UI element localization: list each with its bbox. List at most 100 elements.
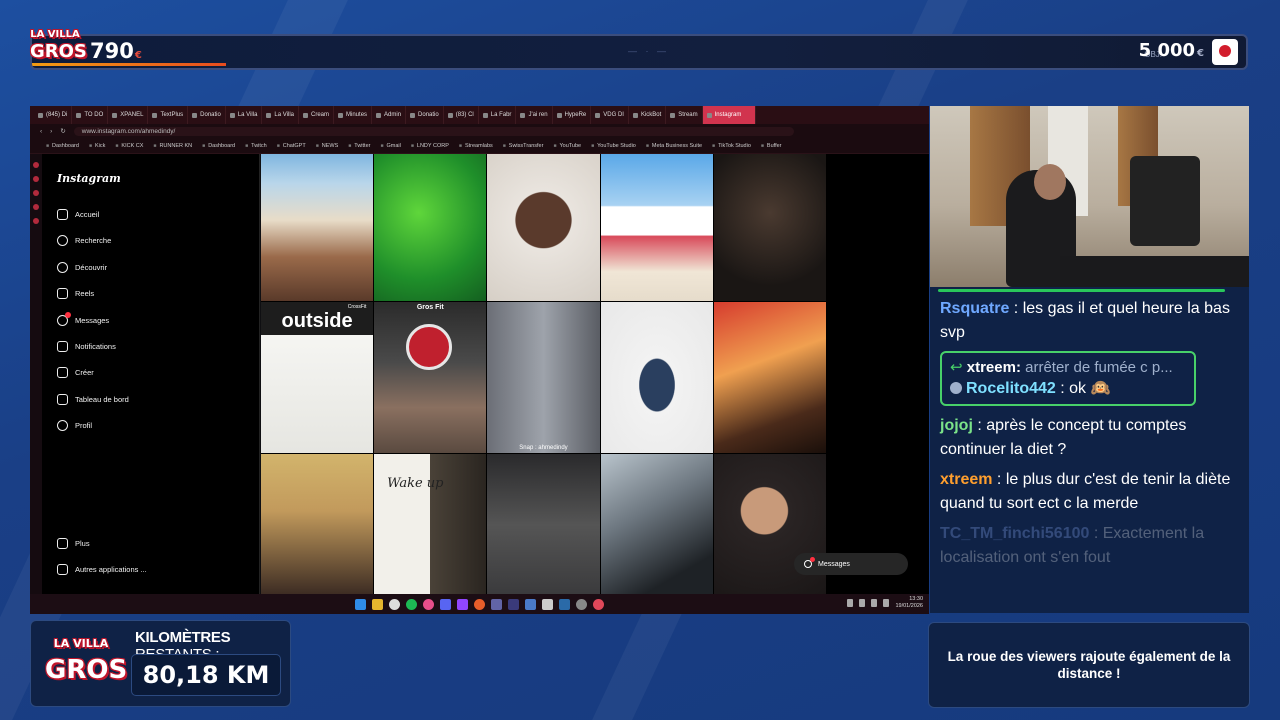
bookmark-item[interactable]: YouTube Studio <box>591 143 636 149</box>
tray-icon[interactable] <box>859 599 865 607</box>
app-icon[interactable] <box>508 598 519 610</box>
bookmark-item[interactable]: RUNNER KN <box>153 143 192 149</box>
sidebar-app-icon[interactable] <box>33 204 39 210</box>
system-clock[interactable]: 13:30 19/01/2026 <box>895 596 923 610</box>
grid-post[interactable] <box>261 454 374 596</box>
sidebar-app-icon[interactable] <box>33 162 39 168</box>
chat-username[interactable]: jojoj <box>940 417 973 434</box>
nav-item-notifications[interactable]: Notifications <box>57 341 116 352</box>
browser-tab[interactable]: TO DO <box>72 106 109 124</box>
browser-tab[interactable]: (83) Cl <box>444 106 479 124</box>
bookmark-item[interactable]: NEWS <box>316 143 339 149</box>
bookmark-item[interactable]: TikTok Studio <box>712 143 751 149</box>
bookmark-item[interactable]: Streamlabs <box>459 143 493 149</box>
tray-icon[interactable] <box>871 599 877 607</box>
browser-tab[interactable]: TextPlus <box>148 106 189 124</box>
user-badge-icon <box>950 382 962 394</box>
browser-tab[interactable]: Stream <box>666 106 703 124</box>
browser-tab[interactable]: La Villa <box>226 106 263 124</box>
grid-post[interactable] <box>600 154 713 301</box>
browser-tab[interactable]: Donatio <box>406 106 444 124</box>
reload-icon[interactable]: ↻ <box>60 127 65 135</box>
browser-tab[interactable]: HypeRe <box>553 106 592 124</box>
messages-pill[interactable]: Messages <box>794 553 908 575</box>
bookmark-item[interactable]: LNDY CORP <box>411 143 449 149</box>
app-icon[interactable] <box>593 598 604 610</box>
grid-post[interactable] <box>600 302 713 453</box>
browser-tab[interactable]: La Villa <box>262 106 299 124</box>
browser-tab[interactable]: Donatio <box>188 106 226 124</box>
chat-username[interactable]: Rsquatre <box>940 300 1009 317</box>
bookmark-item[interactable]: KICK CX <box>115 143 143 149</box>
nav-item-profil[interactable]: Profil <box>57 420 92 432</box>
nav-item-messages[interactable]: Messages <box>57 311 109 326</box>
grid-post[interactable] <box>713 154 826 301</box>
grid-post[interactable]: outside CrossFit <box>261 302 374 453</box>
chat-username[interactable]: TC_TM_finchi56100 <box>940 525 1089 542</box>
sidebar-app-icon[interactable] <box>33 176 39 182</box>
bookmark-item[interactable]: Gmail <box>380 143 401 149</box>
browser-tab[interactable]: Instagram <box>702 106 757 124</box>
bookmark-item[interactable]: SwissTransfer <box>503 143 544 149</box>
browser-tab[interactable]: KickBot <box>629 106 667 124</box>
nav-item-reels[interactable]: Reels <box>57 288 94 300</box>
browser-tab[interactable]: (845) Di <box>34 106 73 124</box>
grid-post[interactable] <box>261 154 374 301</box>
browser-tab[interactable]: J'ai ren <box>516 106 553 124</box>
nav-item-cr-er[interactable]: Créer <box>57 367 94 379</box>
bookmark-item[interactable]: Twitch <box>245 143 267 149</box>
browser-tab[interactable]: XPANEL <box>108 106 149 124</box>
bookmark-item[interactable]: YouTube <box>553 143 581 149</box>
grid-post[interactable] <box>487 154 600 301</box>
grid-post[interactable] <box>374 154 487 301</box>
firefox-icon[interactable] <box>474 598 485 610</box>
sidebar-app-icon[interactable] <box>33 218 39 224</box>
sidebar-app-icon[interactable] <box>33 190 39 196</box>
grid-post[interactable] <box>487 454 600 596</box>
app-icon[interactable] <box>542 598 553 610</box>
grid-post[interactable]: Gros Fit <box>374 302 487 453</box>
grid-post[interactable] <box>600 454 713 596</box>
browser-tab[interactable]: Admin <box>372 106 407 124</box>
address-input[interactable]: www.instagram.com/ahmedindy/ <box>73 126 794 136</box>
nav-item-d-couvrir[interactable]: Découvrir <box>57 261 107 273</box>
grid-post[interactable]: Snap : ahmedindy <box>487 302 600 453</box>
nav-item-accueil[interactable]: Accueil <box>57 209 99 220</box>
calculator-icon[interactable] <box>525 598 536 610</box>
chat-username[interactable]: xtreem <box>940 471 992 488</box>
file-explorer-icon[interactable] <box>372 598 383 610</box>
spotify-icon[interactable] <box>406 598 417 610</box>
bookmark-item[interactable]: Buffer <box>761 143 782 149</box>
browser-tab[interactable]: VDG DI <box>591 106 629 124</box>
nav-item-tableau-de-bord[interactable]: Tableau de bord <box>57 393 129 405</box>
tray-icon[interactable] <box>883 599 889 607</box>
bookmark-item[interactable]: Meta Business Suite <box>646 143 702 149</box>
nav-item-recherche[interactable]: Recherche <box>57 235 111 247</box>
tray-icon[interactable] <box>847 599 853 607</box>
obs-icon[interactable] <box>423 598 434 610</box>
forward-icon[interactable]: › <box>50 128 52 135</box>
twitch-icon[interactable] <box>457 598 468 610</box>
browser-tab[interactable]: Cream <box>299 106 335 124</box>
notification-dot <box>65 311 71 318</box>
browser-tab[interactable]: Minutes <box>334 106 373 124</box>
steam-icon[interactable] <box>559 598 570 610</box>
settings-icon[interactable] <box>576 598 587 610</box>
bookmark-item[interactable]: Dashboard <box>202 143 235 149</box>
nav-item-autres-applications[interactable]: Autres applications ... <box>57 564 147 576</box>
bookmark-item[interactable]: Dashboard <box>46 143 79 149</box>
bookmark-item[interactable]: Kick <box>89 143 105 149</box>
instagram-logo[interactable]: Instagram <box>57 172 121 185</box>
grid-post[interactable]: Wake up <box>374 454 487 596</box>
post-overlay-text: outside <box>281 310 353 332</box>
nav-item-plus[interactable]: Plus <box>57 538 90 549</box>
bookmark-item[interactable]: Twitter <box>348 143 370 149</box>
chrome-icon[interactable] <box>389 598 400 610</box>
bookmark-item[interactable]: ChatGPT <box>277 143 306 149</box>
browser-tab[interactable]: La Fabr <box>479 106 517 124</box>
windows-start-icon[interactable] <box>355 598 366 610</box>
grid-post[interactable] <box>713 302 826 453</box>
discord-icon[interactable] <box>440 598 451 610</box>
back-icon[interactable]: ‹ <box>40 128 42 135</box>
teams-icon[interactable] <box>491 598 502 610</box>
